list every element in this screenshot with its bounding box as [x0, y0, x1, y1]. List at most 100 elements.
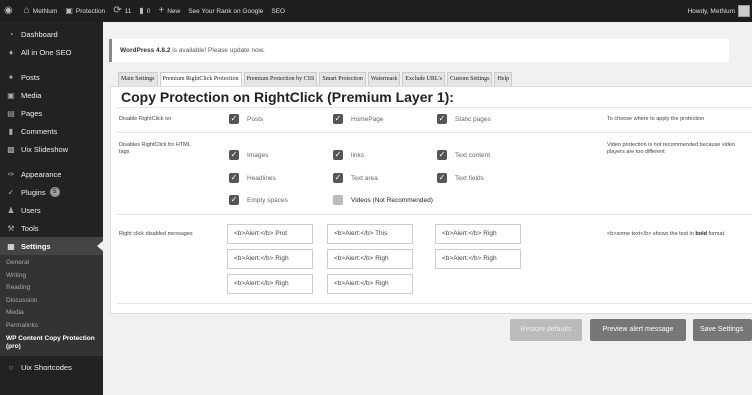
sidebar-item-label: Uix Slideshow [21, 144, 69, 154]
row-label-disable-rightclick: Disable RightClick on [119, 116, 172, 122]
sidebar-item-media[interactable]: ▣ Media [0, 86, 103, 104]
admin-bar: ◉ ⌂ MetNum ▣ Protection ⟳ 11 ▮ 0 + New See Yo… [0, 0, 752, 22]
sidebar-item-plugins[interactable]: ✓ Plugins 5 [0, 183, 103, 201]
checkbox-text-fields[interactable]: ✓ Text fields [437, 173, 484, 183]
sidebar-item-tools[interactable]: ⚒ Tools [0, 219, 103, 237]
home-icon: ⌂ [23, 5, 30, 16]
restore-defaults-button[interactable]: Restore defaults [510, 319, 582, 341]
checkbox-label: Text area [351, 174, 378, 182]
checkbox-links[interactable]: ✓ links [333, 150, 364, 160]
tab-exclude-urls[interactable]: Exclude URL's [402, 72, 445, 86]
checkbox-label: Videos (Not Recommended) [351, 196, 433, 204]
message-field-static-pages[interactable]: <b>Alert:</b> Righ [435, 224, 521, 244]
admin-sidebar: ◔ Dashboard ♦ All in One SEO ✦ Posts ▣ Media… [0, 22, 103, 395]
wordpress-logo-button[interactable]: ◉ [0, 0, 20, 22]
tab-smart-protection[interactable]: Smart Protection [319, 72, 366, 86]
save-settings-button[interactable]: Save Settings [693, 319, 752, 341]
submenu-item-general[interactable]: General [0, 257, 103, 270]
checkbox-text-content[interactable]: ✓ Text content [437, 150, 490, 160]
sidebar-item-label: Uix Shortcodes [21, 362, 72, 372]
sidebar-item-posts[interactable]: ✦ Posts [0, 68, 103, 86]
page-title: Copy Protection on RightClick (Premium L… [121, 89, 454, 105]
checkbox-checked-icon: ✓ [229, 173, 239, 183]
seo-rank-label: See Your Rank on Google [188, 7, 264, 15]
tools-icon: ⚒ [7, 223, 15, 233]
new-content-link[interactable]: + New [154, 0, 184, 22]
row-divider [117, 107, 752, 108]
shortcodes-icon: ○ [8, 362, 14, 372]
checkbox-checked-icon: ✓ [437, 150, 447, 160]
checkbox-checked-icon: ✓ [229, 150, 239, 160]
row-divider [117, 214, 752, 215]
checkbox-videos[interactable]: ✓ Videos (Not Recommended) [333, 195, 433, 205]
checkbox-label: Text content [455, 151, 491, 159]
avatar [738, 5, 750, 17]
checkbox-checked-icon: ✓ [333, 150, 343, 160]
tab-custom-settings[interactable]: Custom Settings [446, 72, 493, 86]
howdy-text: Howdy, MetNum [687, 7, 735, 15]
checkbox-empty-spaces[interactable]: ✓ Empty spaces [229, 195, 288, 205]
settings-submenu: General Writing Reading Discussion Media… [0, 255, 103, 356]
sidebar-item-uix-slideshow[interactable]: ▩ Uix Slideshow [0, 140, 103, 158]
comments-link[interactable]: ▮ 0 [135, 0, 154, 22]
tab-main-settings[interactable]: Main Settings [118, 72, 158, 86]
row-label-disable-html-tags: Disables RightClick for HTML tags [119, 142, 191, 155]
checkbox-text-area[interactable]: ✓ Text area [333, 173, 378, 183]
sidebar-item-appearance[interactable]: ✑ Appearance [0, 165, 103, 183]
submenu-item-permalinks[interactable]: Permalinks [0, 320, 103, 333]
brush-icon: ✑ [7, 169, 15, 179]
lock-icon: ▣ [65, 6, 73, 15]
checkbox-label: Static pages [455, 115, 491, 123]
settings-panel: Copy Protection on RightClick (Premium L… [110, 86, 752, 314]
dashboard-icon: ◔ [8, 29, 14, 39]
submenu-item-media[interactable]: Media [0, 307, 103, 320]
seo-rank-link[interactable]: See Your Rank on Google [184, 0, 267, 22]
sidebar-item-pages[interactable]: ▤ Pages [0, 104, 103, 122]
tab-watermark[interactable]: Watermark [367, 72, 401, 86]
comment-icon: ▮ [139, 6, 144, 15]
submenu-item-reading[interactable]: Reading [0, 282, 103, 295]
checkbox-headlines[interactable]: ✓ Headlines [229, 173, 276, 183]
tab-help[interactable]: Help [494, 72, 513, 86]
row-description: To choose where to apply the protection [607, 116, 705, 122]
seo-menu-link[interactable]: SEO [267, 0, 289, 22]
sidebar-item-settings[interactable]: ▦ Settings [0, 237, 103, 255]
message-field-text-area[interactable]: <b>Alert:</b> Righ [327, 274, 413, 294]
checkbox-homepage[interactable]: ✓ HomePage [333, 114, 384, 124]
message-field-homepage[interactable]: <b>Alert:</b> This [327, 224, 413, 244]
pages-icon: ▤ [7, 108, 15, 118]
message-field-links[interactable]: <b>Alert:</b> Righ [327, 249, 413, 269]
message-field-headlines[interactable]: <b>Alert:</b> Righ [227, 274, 313, 294]
tab-premium-protection-by-css[interactable]: Premium Protection by CSS [243, 72, 318, 86]
settings-tabs: Main Settings Premium RightClick Protect… [118, 72, 514, 86]
sidebar-item-label: Settings [21, 241, 51, 251]
plugins-update-badge: 5 [49, 187, 60, 197]
tab-premium-rightclick-protection[interactable]: Premium RightClick Protection [159, 72, 242, 86]
row-divider [117, 303, 752, 304]
pin-icon: ✦ [7, 72, 15, 82]
preview-alert-button[interactable]: Preview alert message [590, 319, 686, 341]
submenu-item-wp-content-copy-protection[interactable]: WP Content Copy Protection (pro) [0, 332, 103, 353]
checkbox-checked-icon: ✓ [437, 173, 447, 183]
sidebar-item-all-in-one-seo[interactable]: ♦ All in One SEO [0, 43, 103, 61]
update-notice-version[interactable]: WordPress 4.8.2 [120, 47, 170, 54]
desc-suffix: format [706, 231, 725, 237]
site-name-link[interactable]: ⌂ MetNum [20, 0, 62, 22]
sidebar-item-dashboard[interactable]: ◔ Dashboard [0, 25, 103, 43]
updates-link[interactable]: ⟳ 11 [109, 0, 135, 22]
sidebar-item-comments[interactable]: ▮ Comments [0, 122, 103, 140]
sidebar-item-users[interactable]: ♟ Users [0, 201, 103, 219]
checkbox-posts[interactable]: ✓ Posts [229, 114, 263, 124]
message-field-posts[interactable]: <b>Alert:</b> Prot [227, 224, 313, 244]
account-menu[interactable]: Howdy, MetNum [683, 0, 752, 22]
sidebar-item-uix-shortcodes[interactable]: ○ Uix Shortcodes [0, 360, 103, 374]
submenu-item-discussion[interactable]: Discussion [0, 295, 103, 308]
submenu-item-writing[interactable]: Writing [0, 270, 103, 283]
plugin-link[interactable]: ▣ Protection [61, 0, 109, 22]
message-field-text-content[interactable]: <b>Alert:</b> Righ [435, 249, 521, 269]
checkbox-label: links [351, 151, 365, 159]
checkbox-images[interactable]: ✓ Images [229, 150, 268, 160]
checkbox-static-pages[interactable]: ✓ Static pages [437, 114, 491, 124]
sidebar-item-label: Comments [21, 126, 58, 136]
message-field-images[interactable]: <b>Alert:</b> Righ [227, 249, 313, 269]
